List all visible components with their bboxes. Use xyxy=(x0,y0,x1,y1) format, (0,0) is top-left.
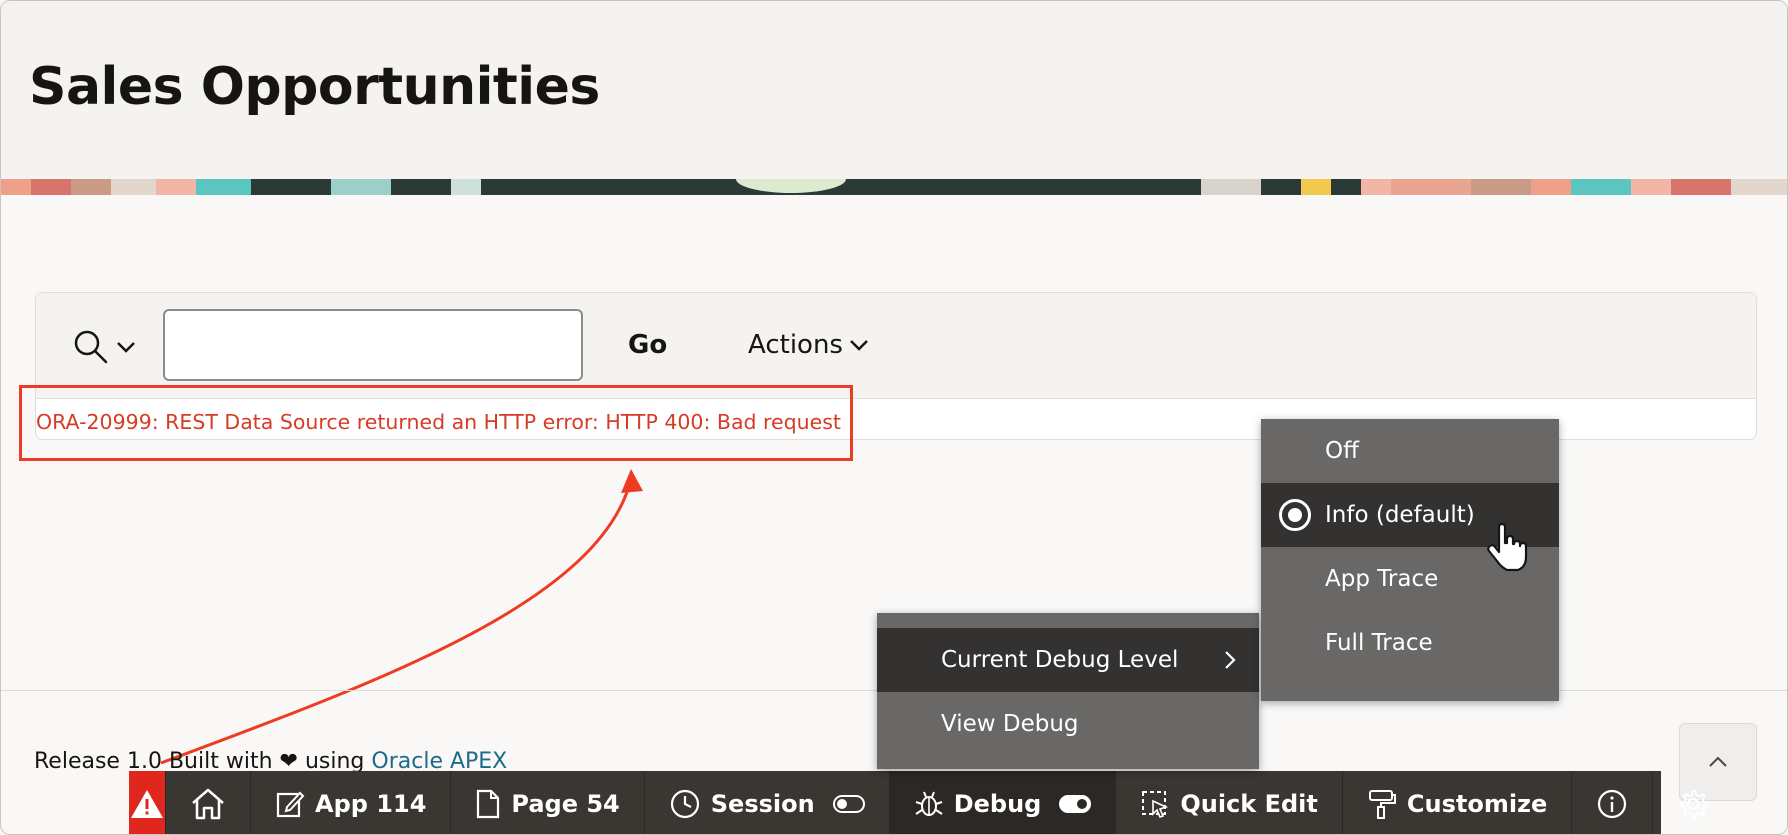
customize-label: Customize xyxy=(1406,789,1548,818)
menu-item-full-trace[interactable]: Full Trace xyxy=(1261,611,1559,675)
actions-label: Actions xyxy=(748,330,843,360)
quick-edit-icon xyxy=(1142,790,1169,818)
warning-icon xyxy=(131,789,163,818)
gear-icon xyxy=(1679,789,1710,819)
app-window: Sales Opportunities Go Actions ORA-20999… xyxy=(0,0,1788,835)
info-icon xyxy=(1598,789,1627,818)
info-button[interactable] xyxy=(1572,771,1654,834)
session-button[interactable]: Session xyxy=(645,771,890,834)
chevron-right-icon xyxy=(1225,651,1236,669)
page-button[interactable]: Page 54 xyxy=(451,771,645,834)
chevron-down-icon xyxy=(850,340,868,351)
page-title: Sales Opportunities xyxy=(29,57,600,117)
clock-icon xyxy=(670,789,699,818)
chevron-down-icon xyxy=(117,342,135,353)
menu-item-label: App Trace xyxy=(1325,566,1439,592)
go-button[interactable]: Go xyxy=(616,319,679,371)
menu-item-label: View Debug xyxy=(941,711,1079,737)
quick-edit-button[interactable]: Quick Edit xyxy=(1116,771,1343,834)
debug-button[interactable]: Debug xyxy=(889,771,1117,834)
menu-item-label: Off xyxy=(1325,438,1359,464)
menu-item-off[interactable]: Off xyxy=(1261,419,1559,483)
developer-toolbar: App 114 Page 54 Session Debug Quick Edit… xyxy=(129,771,1710,834)
debug-menu: Current Debug Level View Debug xyxy=(877,613,1259,769)
page-header: Sales Opportunities xyxy=(1,1,1787,179)
menu-item-label: Current Debug Level xyxy=(941,647,1179,673)
paint-roller-icon xyxy=(1368,789,1396,819)
error-highlight-box xyxy=(19,385,853,461)
menu-item-label: Full Trace xyxy=(1325,630,1433,656)
home-button[interactable] xyxy=(166,771,251,834)
report-toolbar: Go Actions xyxy=(36,293,1756,399)
search-input[interactable] xyxy=(163,309,583,381)
settings-button[interactable] xyxy=(1653,771,1733,834)
home-icon xyxy=(192,788,224,819)
session-toggle[interactable] xyxy=(832,794,865,813)
menu-item-view-debug[interactable]: View Debug xyxy=(877,692,1259,756)
customize-button[interactable]: Customize xyxy=(1343,771,1573,834)
hand-cursor-icon xyxy=(1487,523,1528,572)
actions-menu-button[interactable]: Actions xyxy=(748,319,869,371)
debug-toggle[interactable] xyxy=(1059,794,1092,813)
bug-icon xyxy=(915,791,943,816)
quick-edit-label: Quick Edit xyxy=(1180,789,1318,818)
error-alert-button[interactable] xyxy=(129,771,166,834)
page-label: Page 54 xyxy=(511,789,620,818)
selected-radio-icon xyxy=(1279,499,1311,531)
menu-item-current-debug-level[interactable]: Current Debug Level xyxy=(877,628,1259,692)
debug-label: Debug xyxy=(953,789,1042,818)
edit-icon xyxy=(276,791,305,817)
page-icon xyxy=(477,789,500,818)
app-label: App 114 xyxy=(315,789,427,818)
session-label: Session xyxy=(710,789,815,818)
chevron-up-icon xyxy=(1709,756,1727,767)
app-button[interactable]: App 114 xyxy=(251,771,452,834)
search-column-toggle[interactable] xyxy=(72,327,140,367)
search-icon xyxy=(74,330,108,364)
decorative-banner xyxy=(1,179,1787,195)
